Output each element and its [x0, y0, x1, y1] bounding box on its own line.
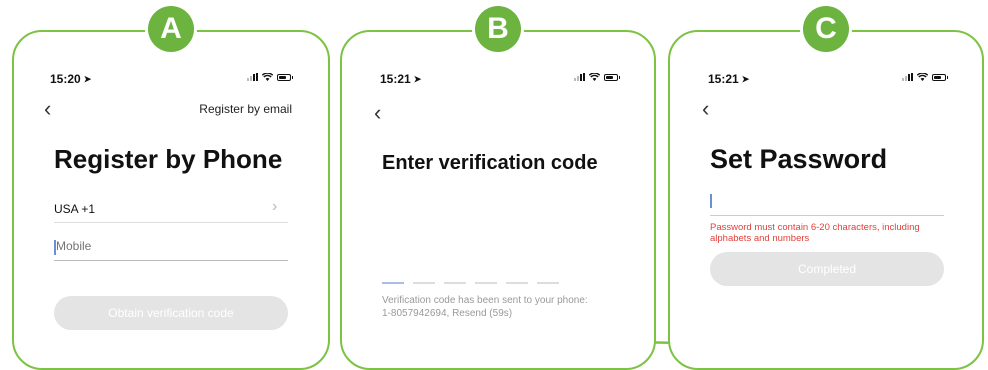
- back-chevron-icon[interactable]: ‹: [44, 98, 51, 120]
- code-sent-line-1: Verification code has been sent to your …: [382, 295, 588, 306]
- country-code-selector[interactable]: USA +1: [54, 202, 95, 216]
- code-slot[interactable]: [444, 282, 466, 284]
- code-slot[interactable]: [506, 282, 528, 284]
- time-text: 15:20: [50, 72, 81, 86]
- status-time: 15:21 ➤: [380, 72, 421, 86]
- status-time: 15:20 ➤: [50, 72, 91, 86]
- phone-screen-verification: 15:21 ➤ ‹ Enter verification code Verifi…: [340, 30, 656, 370]
- location-arrow-icon: ➤: [83, 73, 92, 84]
- signal-icon: [247, 73, 258, 81]
- password-underline: [710, 215, 944, 216]
- page-title: Enter verification code: [382, 152, 598, 174]
- error-line-2: alphabets and numbers: [710, 233, 810, 244]
- code-sent-line-2: 1-8057942694, Resend (59s): [382, 308, 513, 319]
- back-chevron-icon[interactable]: ‹: [702, 98, 709, 120]
- step-badge-a: A: [148, 6, 194, 52]
- obtain-verification-code-button[interactable]: Obtain verification code: [54, 296, 288, 330]
- time-text: 15:21: [380, 72, 411, 86]
- code-slot[interactable]: [537, 282, 559, 284]
- step-badge-b: B: [475, 6, 521, 52]
- code-slot[interactable]: [382, 282, 404, 284]
- page-title: Set Password: [710, 144, 888, 174]
- country-divider: [54, 222, 288, 223]
- wifi-icon: [917, 73, 928, 81]
- register-by-email-link[interactable]: Register by email: [199, 102, 292, 116]
- page-title: Register by Phone: [54, 144, 283, 174]
- battery-icon: [604, 73, 620, 81]
- status-icons: [247, 73, 293, 81]
- status-icons: [574, 73, 620, 81]
- signal-icon: [574, 73, 585, 81]
- wifi-icon: [262, 73, 273, 81]
- code-slot[interactable]: [475, 282, 497, 284]
- password-input[interactable]: [714, 192, 934, 207]
- password-error-message: Password must contain 6-20 characters, i…: [710, 222, 920, 244]
- battery-icon: [932, 73, 948, 81]
- code-slot[interactable]: [413, 282, 435, 284]
- mobile-underline: [54, 260, 288, 261]
- wifi-icon: [589, 73, 600, 81]
- text-cursor: [710, 194, 712, 208]
- status-time: 15:21 ➤: [708, 72, 749, 86]
- battery-icon: [277, 73, 293, 81]
- status-icons: [902, 73, 948, 81]
- code-sent-message: Verification code has been sent to your …: [382, 294, 588, 320]
- signal-icon: [902, 73, 913, 81]
- back-chevron-icon[interactable]: ‹: [374, 102, 381, 124]
- time-text: 15:21: [708, 72, 739, 86]
- chevron-right-icon[interactable]: ›: [272, 198, 277, 216]
- location-arrow-icon: ➤: [413, 73, 422, 84]
- location-arrow-icon: ➤: [741, 73, 750, 84]
- step-badge-c: C: [803, 6, 849, 52]
- mobile-input[interactable]: [56, 239, 276, 253]
- error-line-1: Password must contain 6-20 characters, i…: [710, 222, 920, 233]
- phone-screen-set-password: 15:21 ➤ ‹ Set Password Password must con…: [668, 30, 984, 370]
- phone-screen-register: 15:20 ➤ ‹ Register by email Register by …: [12, 30, 330, 370]
- completed-button[interactable]: Completed: [710, 252, 944, 286]
